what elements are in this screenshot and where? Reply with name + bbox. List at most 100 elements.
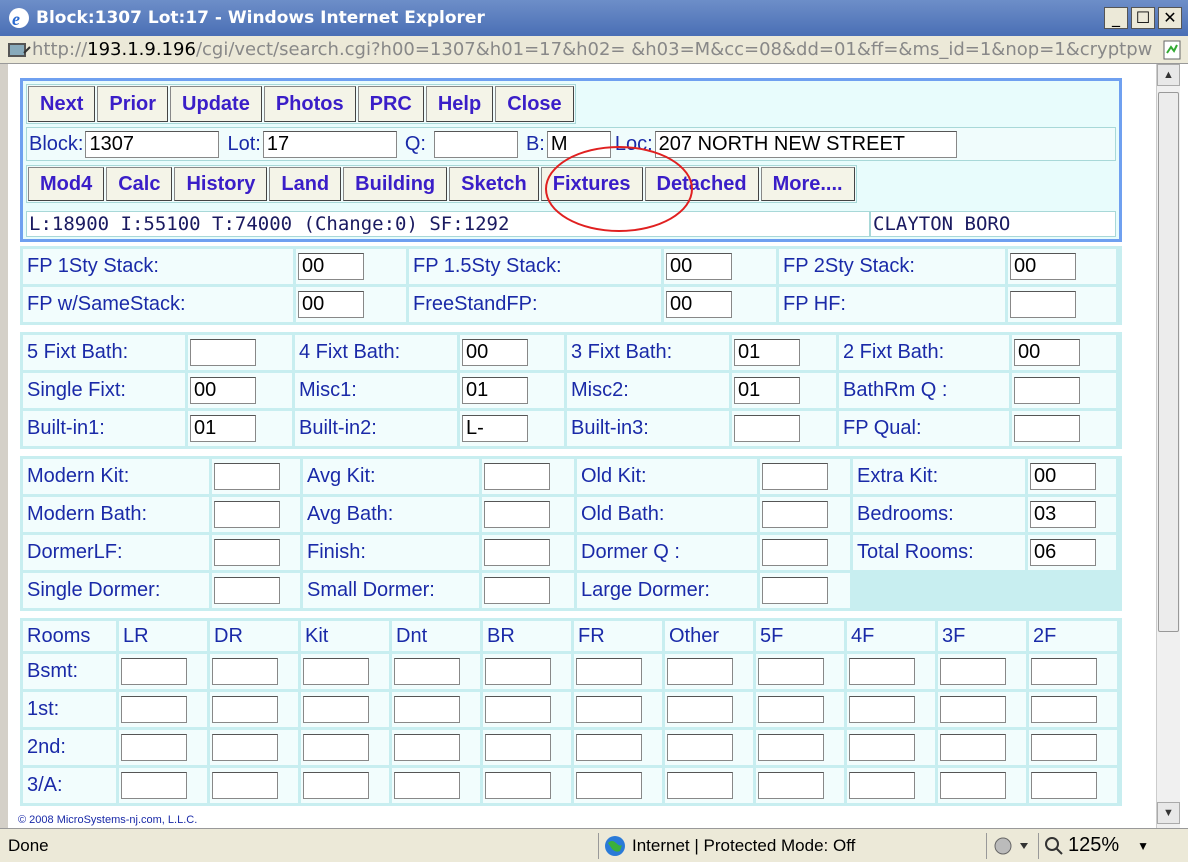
- help-button[interactable]: Help: [425, 86, 494, 122]
- room-input-bsmt-dr[interactable]: [212, 658, 278, 685]
- url-text[interactable]: http://193.1.9.196/cgi/vect/search.cgi?h…: [32, 39, 1152, 60]
- bedrooms-input[interactable]: 03: [1030, 501, 1096, 528]
- finish-input[interactable]: [484, 539, 550, 566]
- room-input-bsmt-other[interactable]: [667, 658, 733, 685]
- fp-qual-input[interactable]: [1014, 415, 1080, 442]
- fp-1-5sty-stack-input[interactable]: 00: [666, 253, 732, 280]
- address-bar[interactable]: http://193.1.9.196/cgi/vect/search.cgi?h…: [0, 36, 1188, 64]
- room-input-1st-lr[interactable]: [121, 696, 187, 723]
- room-input-3-a-3f[interactable]: [940, 772, 1006, 799]
- maximize-button[interactable]: ☐: [1131, 7, 1155, 29]
- next-button[interactable]: Next: [28, 86, 96, 122]
- single-dormer-input[interactable]: [214, 577, 280, 604]
- 2-fixt-bath-input[interactable]: 00: [1014, 339, 1080, 366]
- room-input-3-a-dr[interactable]: [212, 772, 278, 799]
- misc2-input[interactable]: 01: [734, 377, 800, 404]
- fp-hf-input[interactable]: [1010, 291, 1076, 318]
- room-input-2nd-2f[interactable]: [1031, 734, 1097, 761]
- room-input-3-a-2f[interactable]: [1031, 772, 1097, 799]
- room-input-bsmt-fr[interactable]: [576, 658, 642, 685]
- q-input[interactable]: [433, 130, 518, 158]
- more-button[interactable]: More....: [760, 167, 855, 201]
- dormer-q-input[interactable]: [762, 539, 828, 566]
- room-input-1st-5f[interactable]: [758, 696, 824, 723]
- room-input-bsmt-br[interactable]: [485, 658, 551, 685]
- sketch-button[interactable]: Sketch: [449, 167, 539, 201]
- zoom-dropdown-icon[interactable]: ▼: [1137, 839, 1149, 853]
- room-input-2nd-br[interactable]: [485, 734, 551, 761]
- room-input-2nd-lr[interactable]: [121, 734, 187, 761]
- built-in1-input[interactable]: 01: [190, 415, 256, 442]
- lot-input[interactable]: 17: [262, 130, 397, 158]
- land-button[interactable]: Land: [269, 167, 342, 201]
- room-input-2nd-4f[interactable]: [849, 734, 915, 761]
- room-input-3-a-lr[interactable]: [121, 772, 187, 799]
- total-rooms-input[interactable]: 06: [1030, 539, 1096, 566]
- modern-kit-input[interactable]: [214, 463, 280, 490]
- scroll-down-arrow-icon[interactable]: ▼: [1157, 802, 1180, 824]
- security-zone[interactable]: Internet | Protected Mode: Off: [604, 835, 855, 857]
- single-fixt-input[interactable]: 00: [190, 377, 256, 404]
- room-input-1st-2f[interactable]: [1031, 696, 1097, 723]
- fp-w-samestack-input[interactable]: 00: [298, 291, 364, 318]
- room-input-bsmt-4f[interactable]: [849, 658, 915, 685]
- dormerlf-input[interactable]: [214, 539, 280, 566]
- scroll-up-arrow-icon[interactable]: ▲: [1157, 64, 1180, 86]
- fp-2sty-stack-input[interactable]: 00: [1010, 253, 1076, 280]
- room-input-2nd-5f[interactable]: [758, 734, 824, 761]
- compatibility-icon[interactable]: [1162, 39, 1182, 61]
- room-input-3-a-fr[interactable]: [576, 772, 642, 799]
- update-button[interactable]: Update: [170, 86, 262, 122]
- modern-bath-input[interactable]: [214, 501, 280, 528]
- room-input-bsmt-5f[interactable]: [758, 658, 824, 685]
- history-button[interactable]: History: [174, 167, 268, 201]
- old-kit-input[interactable]: [762, 463, 828, 490]
- freestandfp-input[interactable]: 00: [666, 291, 732, 318]
- room-input-3-a-5f[interactable]: [758, 772, 824, 799]
- room-input-1st-other[interactable]: [667, 696, 733, 723]
- room-input-1st-4f[interactable]: [849, 696, 915, 723]
- built-in2-input[interactable]: L-: [462, 415, 528, 442]
- building-button[interactable]: Building: [343, 167, 448, 201]
- room-input-bsmt-3f[interactable]: [940, 658, 1006, 685]
- prc-button[interactable]: PRC: [357, 86, 424, 122]
- loc-input[interactable]: 207 NORTH NEW STREET: [654, 130, 957, 158]
- vertical-scrollbar[interactable]: ▲ ▼: [1156, 64, 1180, 828]
- small-dormer-input[interactable]: [484, 577, 550, 604]
- 5-fixt-bath-input[interactable]: [190, 339, 256, 366]
- room-input-1st-kit[interactable]: [303, 696, 369, 723]
- photos-button[interactable]: Photos: [263, 86, 356, 122]
- fp-1sty-stack-input[interactable]: 00: [298, 253, 364, 280]
- room-input-3-a-br[interactable]: [485, 772, 551, 799]
- room-input-1st-3f[interactable]: [940, 696, 1006, 723]
- b-input[interactable]: M: [546, 130, 611, 158]
- misc1-input[interactable]: 01: [462, 377, 528, 404]
- old-bath-input[interactable]: [762, 501, 828, 528]
- calc-button[interactable]: Calc: [106, 167, 173, 201]
- large-dormer-input[interactable]: [762, 577, 828, 604]
- avg-kit-input[interactable]: [484, 463, 550, 490]
- room-input-1st-dr[interactable]: [212, 696, 278, 723]
- room-input-1st-fr[interactable]: [576, 696, 642, 723]
- detached-button[interactable]: Detached: [644, 167, 759, 201]
- room-input-2nd-kit[interactable]: [303, 734, 369, 761]
- room-input-1st-br[interactable]: [485, 696, 551, 723]
- room-input-2nd-dnt[interactable]: [394, 734, 460, 761]
- bathrm-q-input[interactable]: [1014, 377, 1080, 404]
- room-input-2nd-dr[interactable]: [212, 734, 278, 761]
- room-input-3-a-other[interactable]: [667, 772, 733, 799]
- fixtures-button[interactable]: Fixtures: [540, 167, 643, 201]
- room-input-3-a-kit[interactable]: [303, 772, 369, 799]
- close-window-button[interactable]: ✕: [1158, 7, 1182, 29]
- room-input-1st-dnt[interactable]: [394, 696, 460, 723]
- prior-button[interactable]: Prior: [97, 86, 169, 122]
- scroll-thumb[interactable]: [1158, 92, 1179, 632]
- avg-bath-input[interactable]: [484, 501, 550, 528]
- room-input-bsmt-kit[interactable]: [303, 658, 369, 685]
- room-input-bsmt-lr[interactable]: [121, 658, 187, 685]
- room-input-2nd-3f[interactable]: [940, 734, 1006, 761]
- room-input-bsmt-dnt[interactable]: [394, 658, 460, 685]
- room-input-2nd-other[interactable]: [667, 734, 733, 761]
- 4-fixt-bath-input[interactable]: 00: [462, 339, 528, 366]
- built-in3-input[interactable]: [734, 415, 800, 442]
